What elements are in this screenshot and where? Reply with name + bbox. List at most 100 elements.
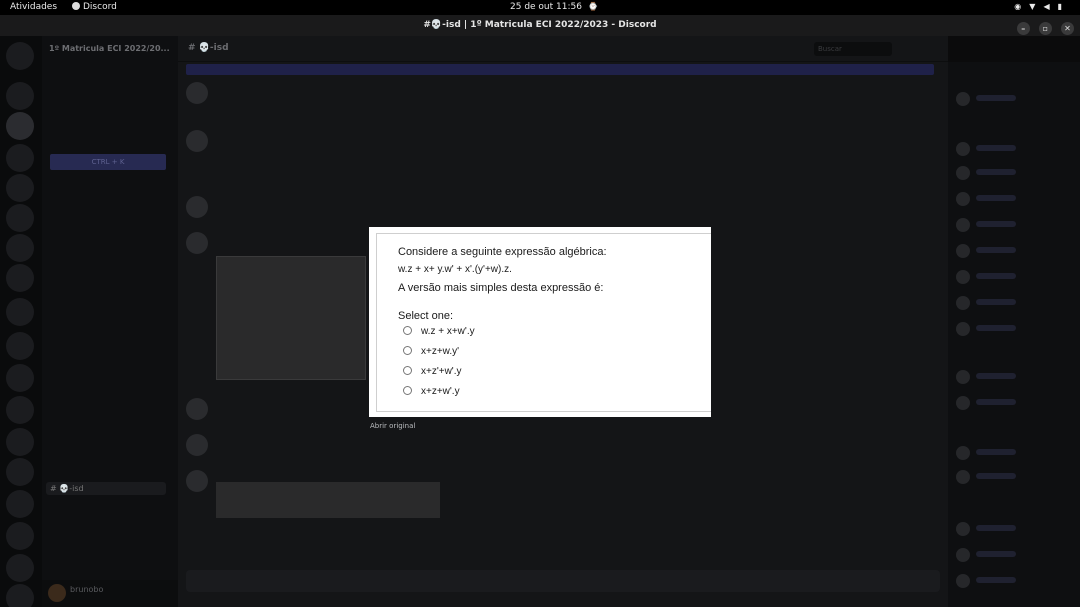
avatar[interactable] [48, 584, 66, 602]
member-name [976, 373, 1016, 379]
member-item[interactable] [956, 218, 1056, 232]
system-top-bar: Atividades Discord 25 de out 11:56 ⌚ ◉▼◀▮ [0, 0, 1080, 15]
message-avatar[interactable] [186, 398, 208, 420]
channel-sidebar: 1º Matricula ECI 2022/20... CTRL + K # 💀… [42, 36, 178, 607]
member-item[interactable] [956, 92, 1056, 106]
avatar [956, 522, 970, 536]
server-icon[interactable] [6, 364, 34, 392]
member-item[interactable] [956, 574, 1056, 588]
server-icon-active[interactable] [6, 112, 34, 140]
server-list [0, 36, 42, 607]
server-icon[interactable] [6, 428, 34, 456]
radio-icon [403, 386, 412, 395]
answer-option-label: x+z+w'.y [421, 386, 460, 397]
member-name [976, 273, 1016, 279]
quick-switcher-button[interactable]: CTRL + K [50, 154, 166, 170]
avatar [956, 192, 970, 206]
search-input[interactable]: Buscar [814, 42, 892, 56]
server-icon[interactable] [6, 554, 34, 582]
server-icon[interactable] [6, 298, 34, 326]
maximize-button[interactable]: ▫ [1038, 22, 1052, 35]
member-item[interactable] [956, 322, 1056, 336]
image-attachment-thumbnail[interactable] [216, 482, 440, 518]
member-name [976, 247, 1016, 253]
app-menu[interactable]: Discord [72, 2, 117, 12]
member-name [976, 195, 1016, 201]
channel-label: 💀-isd [59, 484, 84, 493]
server-icon[interactable] [6, 82, 34, 110]
member-name [976, 577, 1016, 583]
volume-icon: ◀ [1043, 2, 1058, 11]
message-avatar[interactable] [186, 196, 208, 218]
member-item[interactable] [956, 244, 1056, 258]
avatar [956, 244, 970, 258]
radio-icon [403, 326, 412, 335]
message-avatar[interactable] [186, 232, 208, 254]
member-item[interactable] [956, 270, 1056, 284]
server-name[interactable]: 1º Matricula ECI 2022/20... [49, 44, 170, 53]
server-icon[interactable] [6, 144, 34, 172]
avatar [956, 142, 970, 156]
server-icon[interactable] [6, 264, 34, 292]
avatar [956, 270, 970, 284]
server-icon[interactable] [6, 174, 34, 202]
discord-home-icon[interactable] [6, 42, 34, 70]
server-icon[interactable] [6, 458, 34, 486]
member-item[interactable] [956, 548, 1056, 562]
channel-item-active[interactable]: # 💀-isd [46, 482, 166, 495]
member-item[interactable] [956, 522, 1056, 536]
member-name [976, 473, 1016, 479]
member-name [976, 525, 1016, 531]
server-icon[interactable] [6, 204, 34, 232]
member-item[interactable] [956, 396, 1056, 410]
server-icon[interactable] [6, 490, 34, 518]
new-messages-banner[interactable] [186, 64, 934, 75]
discord-tray-icon: ◉ [1014, 2, 1030, 11]
member-item[interactable] [956, 470, 1056, 484]
member-name [976, 221, 1016, 227]
avatar [956, 396, 970, 410]
member-item[interactable] [956, 166, 1056, 180]
image-viewer[interactable]: Considere a seguinte expressão algébrica… [369, 227, 711, 417]
notification-icon: ⌚ [587, 2, 598, 11]
answer-option-label: x+z+w.y' [421, 346, 460, 357]
member-item[interactable] [956, 192, 1056, 206]
discord-icon [72, 2, 80, 10]
answer-option-label: x+z'+w'.y [421, 366, 462, 377]
image-attachment-thumbnail[interactable] [216, 256, 366, 380]
server-icon[interactable] [6, 522, 34, 550]
channel-title-label: 💀-isd [198, 43, 229, 53]
quiz-question-image: Considere a seguinte expressão algébrica… [376, 233, 711, 412]
message-avatar[interactable] [186, 82, 208, 104]
system-tray[interactable]: ◉▼◀▮ [1014, 2, 1070, 11]
message-input[interactable] [186, 570, 940, 592]
avatar [956, 296, 970, 310]
question-prompt: A versão mais simples desta expressão é: [398, 282, 604, 294]
minimize-button[interactable]: – [1016, 22, 1030, 35]
activities-button[interactable]: Atividades [10, 2, 57, 12]
chat-header: # 💀-isd Buscar [178, 36, 948, 62]
member-name [976, 95, 1016, 101]
radio-icon [403, 346, 412, 355]
member-item[interactable] [956, 142, 1056, 156]
server-icon[interactable] [6, 396, 34, 424]
member-item[interactable] [956, 370, 1056, 384]
window-title: #💀-isd | 1º Matricula ECI 2022/2023 - Di… [423, 20, 657, 30]
member-name [976, 449, 1016, 455]
server-icon[interactable] [6, 332, 34, 360]
channel-hash-icon: # [50, 484, 60, 493]
clock[interactable]: 25 de out 11:56 ⌚ [510, 2, 598, 12]
member-name [976, 399, 1016, 405]
avatar [956, 166, 970, 180]
open-original-link[interactable]: Abrir original [370, 422, 415, 430]
member-item[interactable] [956, 446, 1056, 460]
server-icon[interactable] [6, 234, 34, 262]
message-avatar[interactable] [186, 130, 208, 152]
close-button[interactable]: ✕ [1061, 22, 1074, 35]
avatar [956, 218, 970, 232]
member-item[interactable] [956, 296, 1056, 310]
message-avatar[interactable] [186, 470, 208, 492]
message-avatar[interactable] [186, 434, 208, 456]
server-icon[interactable] [6, 584, 34, 607]
select-label: Select one: [398, 310, 454, 322]
